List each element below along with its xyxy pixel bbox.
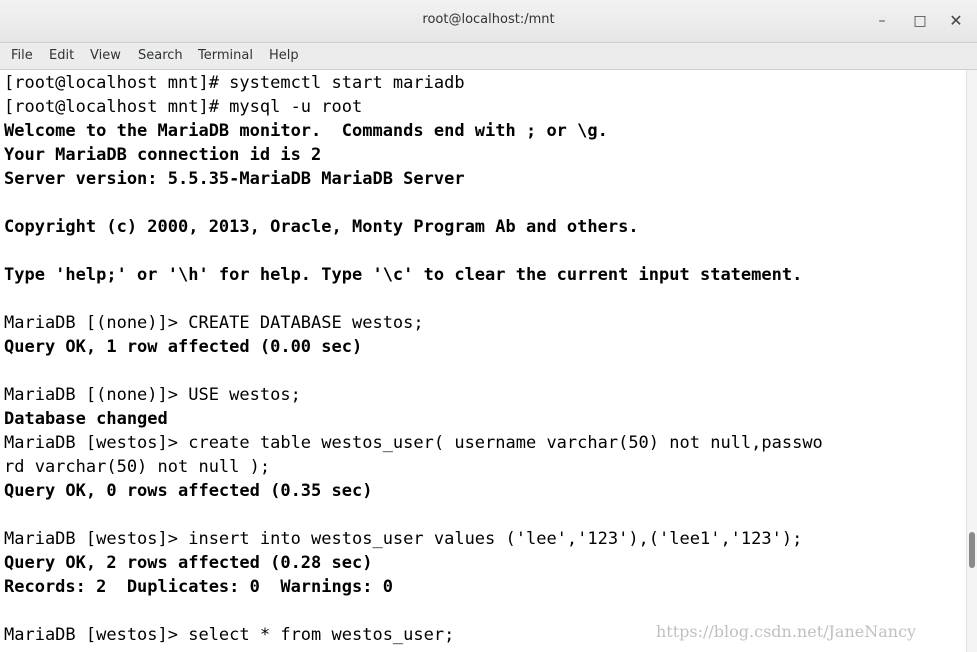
terminal-line: MariaDB [westos]> insert into westos_use… bbox=[4, 529, 803, 549]
terminal-line: Server version: 5.5.35-MariaDB MariaDB S… bbox=[4, 169, 465, 189]
terminal-line: [root@localhost mnt]# mysql -u root bbox=[4, 97, 363, 117]
menu-terminal[interactable]: Terminal bbox=[196, 48, 255, 63]
terminal-line: Query OK, 1 row affected (0.00 sec) bbox=[4, 337, 363, 357]
close-icon[interactable]: ✕ bbox=[945, 10, 967, 32]
terminal-line: Records: 2 Duplicates: 0 Warnings: 0 bbox=[4, 577, 393, 597]
menu-bar: File Edit View Search Terminal Help bbox=[0, 43, 977, 70]
menu-help[interactable]: Help bbox=[267, 48, 301, 63]
menu-view[interactable]: View bbox=[88, 48, 123, 63]
terminal-line: Copyright (c) 2000, 2013, Oracle, Monty … bbox=[4, 217, 639, 237]
terminal-line: MariaDB [(none)]> CREATE DATABASE westos… bbox=[4, 313, 424, 333]
watermark-text: https://blog.csdn.net/JaneNancy bbox=[656, 622, 917, 641]
terminal-line: Welcome to the MariaDB monitor. Commands… bbox=[4, 121, 608, 141]
menu-file[interactable]: File bbox=[9, 48, 35, 63]
vertical-scrollbar[interactable] bbox=[966, 70, 977, 652]
terminal-line: Query OK, 2 rows affected (0.28 sec) bbox=[4, 553, 373, 573]
terminal-output[interactable]: [root@localhost mnt]# systemctl start ma… bbox=[0, 70, 966, 652]
terminal-line: Type 'help;' or '\h' for help. Type '\c'… bbox=[4, 265, 803, 285]
menu-edit[interactable]: Edit bbox=[47, 48, 76, 63]
window-title: root@localhost:/mnt bbox=[422, 12, 555, 27]
minimize-icon[interactable]: – bbox=[871, 10, 893, 32]
scrollbar-thumb[interactable] bbox=[969, 532, 975, 568]
menu-search[interactable]: Search bbox=[136, 48, 185, 63]
terminal-line: MariaDB [westos]> create table westos_us… bbox=[4, 433, 823, 453]
terminal-line: Query OK, 0 rows affected (0.35 sec) bbox=[4, 481, 373, 501]
terminal-line: Database changed bbox=[4, 409, 168, 429]
terminal-line: MariaDB [westos]> select * from westos_u… bbox=[4, 625, 455, 645]
terminal-line: MariaDB [(none)]> USE westos; bbox=[4, 385, 301, 405]
maximize-icon[interactable]: □ bbox=[909, 10, 931, 32]
terminal-line: [root@localhost mnt]# systemctl start ma… bbox=[4, 73, 465, 93]
title-bar: root@localhost:/mnt – □ ✕ bbox=[0, 0, 977, 43]
terminal-line: rd varchar(50) not null ); bbox=[4, 457, 271, 477]
terminal-line: Your MariaDB connection id is 2 bbox=[4, 145, 322, 165]
